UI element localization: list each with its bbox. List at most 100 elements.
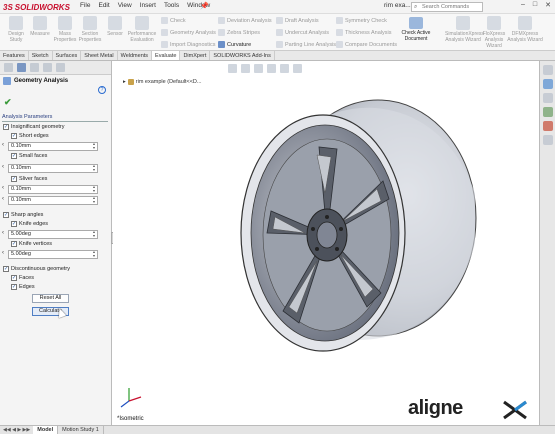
maximize-icon[interactable]: □	[533, 1, 537, 9]
parting-line-analysis-icon	[276, 41, 283, 48]
tab-motion-study-1[interactable]: Motion Study 1	[58, 426, 104, 434]
feature-manager-icon[interactable]	[4, 63, 13, 72]
sliver-faces-checkbox[interactable]: ✓ Sliver faces	[11, 176, 47, 182]
spin-arrows-icon[interactable]: ▲ ▼	[91, 196, 97, 204]
pin-icon[interactable]: 📌	[200, 2, 209, 10]
measure-button[interactable]: Measure	[26, 16, 54, 37]
zoom-area-icon[interactable]	[241, 64, 250, 73]
spin-arrows-icon[interactable]: ▲ ▼	[91, 185, 97, 193]
solidworks-logo[interactable]: 3S SOLIDWORKS	[3, 1, 70, 13]
sensor-label: Sensor	[107, 31, 123, 37]
section-properties-button[interactable]: Section Properties	[76, 16, 104, 43]
sliver-faces-field-2[interactable]: 0.10mm ▲ ▼	[8, 196, 98, 205]
faces-checkbox[interactable]: ✓ Faces	[11, 275, 34, 281]
small-faces-field[interactable]: 0.10mm ▲ ▼	[8, 164, 98, 173]
help-icon[interactable]: ?	[98, 86, 106, 94]
design-library-icon[interactable]	[542, 79, 553, 89]
dimxpert-manager-icon[interactable]	[43, 63, 52, 72]
zebra-stripes-button[interactable]: Zebra Stripes	[218, 29, 260, 36]
feature-tree-flyout[interactable]: ▸ rim example (Default<<D...	[123, 79, 201, 85]
check-active-document-button[interactable]: Check Active Document	[398, 17, 434, 42]
tab-surfaces[interactable]: Surfaces	[53, 51, 82, 60]
configuration-manager-icon[interactable]	[30, 63, 39, 72]
mass-properties-button[interactable]: Mass Properties	[51, 16, 79, 43]
heads-up-toolbar	[228, 64, 302, 73]
section-properties-icon	[83, 16, 97, 30]
previous-view-icon[interactable]	[254, 64, 263, 73]
tab-navigation-arrows-icon[interactable]: ◀◀ ◀ ▶ ▶▶	[0, 426, 33, 434]
tab-dimxpert[interactable]: DimXpert	[180, 51, 211, 60]
tab-evaluate[interactable]: Evaluate	[152, 51, 181, 60]
performance-icon	[135, 16, 149, 30]
tab-features[interactable]: Features	[0, 51, 29, 60]
floxpress-button[interactable]: FloXpress Analysis Wizard	[478, 16, 510, 49]
geometry-analysis-button[interactable]: Geometry Analysis	[161, 29, 216, 36]
tab-sketch[interactable]: Sketch	[29, 51, 53, 60]
floxpress-icon	[487, 16, 501, 30]
performance-evaluation-button[interactable]: Performance Evaluation	[125, 16, 159, 43]
spin-arrows-icon[interactable]: ▲ ▼	[91, 230, 97, 238]
measure-icon	[33, 16, 47, 30]
display-manager-icon[interactable]	[56, 63, 65, 72]
small-faces-checkbox[interactable]: ✓ Small faces	[11, 153, 47, 159]
compare-documents-button[interactable]: Compare Documents	[336, 41, 397, 48]
property-manager-icon[interactable]	[17, 63, 26, 72]
simulationxpress-button[interactable]: SimulationXpress Analysis Wizard	[445, 16, 484, 43]
short-edges-field[interactable]: 0.10mm ▲ ▼	[8, 142, 98, 151]
thickness-analysis-button[interactable]: Thickness Analysis	[336, 29, 391, 36]
menu-view[interactable]: View	[118, 2, 132, 9]
menu-tools[interactable]: Tools	[164, 2, 179, 9]
check-button[interactable]: Check	[161, 17, 186, 24]
spin-arrows-icon[interactable]: ▲ ▼	[91, 250, 97, 258]
short-edges-checkbox[interactable]: ✓ Short edges	[11, 133, 49, 139]
tab-sheet-metal[interactable]: Sheet Metal	[81, 51, 118, 60]
undercut-analysis-button[interactable]: Undercut Analysis	[276, 29, 329, 36]
draft-analysis-button[interactable]: Draft Analysis	[276, 17, 319, 24]
knife-edges-field[interactable]: 5.00deg ▲ ▼	[8, 230, 98, 239]
analysis-parameters-title: Analysis Parameters	[2, 114, 53, 120]
tab-weldments[interactable]: Weldments	[118, 51, 153, 60]
minimize-icon[interactable]: –	[521, 1, 525, 9]
menu-edit[interactable]: Edit	[98, 2, 109, 9]
menu-file[interactable]: File	[80, 2, 90, 9]
dfmxpress-button[interactable]: DFMXpress Analysis Wizard	[507, 16, 543, 43]
ok-checkmark-icon[interactable]: ✔	[4, 97, 12, 108]
close-icon[interactable]: ✕	[545, 1, 551, 9]
knife-vertices-checkbox[interactable]: ✓ Knife vertices	[11, 241, 52, 247]
discontinuous-geometry-checkbox[interactable]: ✓ Discontinuous geometry	[3, 266, 70, 272]
knife-vertices-field[interactable]: 5.00deg ▲ ▼	[8, 250, 98, 259]
edges-checkbox[interactable]: ✓ Edges	[11, 284, 35, 290]
view-orientation-icon[interactable]	[280, 64, 289, 73]
sliver-faces-field[interactable]: 0.10mm ▲ ▼	[8, 185, 98, 194]
tab-solidworks-addins[interactable]: SOLIDWORKS Add-Ins	[210, 51, 275, 60]
check-active-document-icon	[409, 17, 423, 29]
insignificant-geometry-checkbox[interactable]: ✓ Insignificant geometry	[3, 124, 65, 130]
symmetry-check-label: Symmetry Check	[345, 17, 387, 24]
edges-label: Edges	[19, 284, 35, 290]
display-style-icon[interactable]	[293, 64, 302, 73]
custom-properties-icon[interactable]	[542, 135, 553, 145]
view-palette-icon[interactable]	[542, 107, 553, 117]
menu-insert[interactable]: Insert	[140, 2, 156, 9]
tab-model[interactable]: Model	[33, 426, 59, 434]
geometry-analysis-icon	[161, 29, 168, 36]
spin-arrows-icon[interactable]: ▲ ▼	[91, 142, 97, 150]
curvature-button[interactable]: Curvature	[218, 41, 251, 48]
zoom-to-fit-icon[interactable]	[228, 64, 237, 73]
part-name: rim example (Default<<D...	[135, 79, 202, 85]
parting-line-analysis-button[interactable]: Parting Line Analysis	[276, 41, 336, 48]
deviation-analysis-button[interactable]: Deviation Analysis	[218, 17, 272, 24]
appearances-icon[interactable]	[542, 121, 553, 131]
thickness-analysis-label: Thickness Analysis	[345, 29, 392, 36]
graphics-area[interactable]: ▸ rim example (Default<<D... *Isometric …	[113, 61, 539, 425]
sharp-angles-checkbox[interactable]: ✓ Sharp angles	[3, 212, 43, 218]
search-commands-input[interactable]: ⌕ Search Commands	[411, 2, 483, 12]
section-view-icon[interactable]	[267, 64, 276, 73]
reset-all-button[interactable]: Reset All	[32, 294, 69, 303]
knife-edges-checkbox[interactable]: ✓ Knife edges	[11, 221, 48, 227]
solidworks-resources-icon[interactable]	[542, 65, 553, 75]
import-diagnostics-button[interactable]: Import Diagnostics	[161, 41, 216, 48]
symmetry-check-button[interactable]: Symmetry Check	[336, 17, 387, 24]
file-explorer-icon[interactable]	[542, 93, 553, 103]
spin-arrows-icon[interactable]: ▲ ▼	[91, 164, 97, 172]
